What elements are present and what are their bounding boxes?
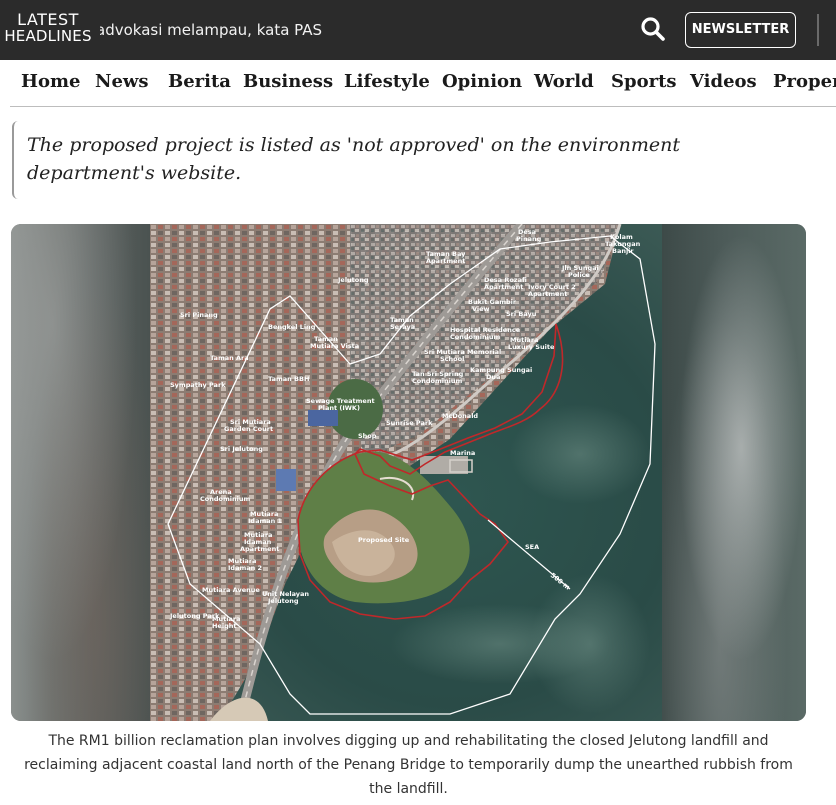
nav-item-sports[interactable]: Sports — [611, 71, 677, 92]
svg-text:Sunrise Park: Sunrise Park — [386, 419, 433, 427]
svg-text:Condominium: Condominium — [412, 377, 462, 385]
blurred-backdrop-right — [662, 224, 806, 721]
svg-text:Garden Court: Garden Court — [224, 425, 273, 433]
nav-item-lifestyle[interactable]: Lifestyle — [344, 71, 430, 92]
brand-line-1: LATEST — [17, 10, 79, 29]
svg-text:Condominium: Condominium — [200, 495, 250, 503]
svg-text:School: School — [440, 355, 464, 363]
newsletter-button[interactable]: NEWSLETTER — [685, 12, 796, 48]
svg-text:Luxury Suite: Luxury Suite — [508, 343, 555, 351]
svg-text:Apartment: Apartment — [240, 545, 279, 553]
nav-item-business[interactable]: Business — [243, 71, 333, 92]
svg-text:McDonald: McDonald — [442, 412, 478, 420]
svg-text:Sri Jelutong: Sri Jelutong — [220, 445, 263, 453]
svg-text:Idaman 2: Idaman 2 — [228, 564, 262, 572]
svg-text:Plant (IWK): Plant (IWK) — [318, 404, 360, 412]
figure-caption: The RM1 billion reclamation plan involve… — [24, 733, 793, 797]
top-bar: LATEST HEADLINES advokasi melampau, kata… — [0, 0, 836, 60]
nav-item-property[interactable]: Property — [773, 71, 836, 92]
svg-text:Jelutong: Jelutong — [267, 597, 299, 605]
svg-text:Sympathy Park: Sympathy Park — [170, 381, 226, 389]
satellite-map-image: DesaPinang KolamTakunganBanjir Jelutong … — [150, 224, 662, 721]
nav-item-news[interactable]: News — [95, 71, 149, 92]
svg-text:Bengkel Ling: Bengkel Ling — [268, 323, 316, 331]
main-nav: Home News Berita Business Lifestyle Opin… — [0, 60, 836, 106]
svg-text:Proposed Site: Proposed Site — [358, 536, 410, 544]
latest-headlines-label[interactable]: LATEST HEADLINES — [0, 10, 96, 45]
pull-quote-text: The proposed project is listed as 'not a… — [27, 134, 680, 184]
svg-text:Height: Height — [212, 622, 236, 630]
svg-text:Taman BBH: Taman BBH — [268, 375, 309, 383]
nav-divider — [10, 106, 836, 107]
svg-text:Shop: Shop — [358, 432, 377, 440]
svg-text:Mutiara Avenue: Mutiara Avenue — [202, 586, 260, 594]
svg-text:Mutiara Vista: Mutiara Vista — [310, 342, 359, 350]
ticker-text[interactable]: advokasi melampau, kata PAS — [100, 21, 322, 39]
article-figure[interactable]: Desa Pinang Kolam Takungan Banjir Jelutong … — [11, 224, 806, 721]
svg-text:Idaman 1: Idaman 1 — [248, 517, 283, 525]
topbar-divider — [817, 14, 819, 46]
svg-text:Condominium: Condominium — [450, 333, 500, 341]
svg-text:Apartment: Apartment — [528, 290, 567, 298]
nav-item-world[interactable]: World — [534, 71, 594, 92]
svg-text:SEA: SEA — [525, 543, 539, 551]
svg-text:Dua: Dua — [486, 373, 500, 381]
svg-text:Kampung Sungai: Kampung Sungai — [470, 366, 532, 374]
svg-text:Pinang: Pinang — [516, 235, 542, 243]
svg-text:Apartment: Apartment — [426, 257, 465, 265]
blurred-backdrop-left — [11, 224, 151, 721]
svg-text:Seraya: Seraya — [390, 323, 415, 331]
nav-item-opinion[interactable]: Opinion — [442, 71, 522, 92]
nav-item-berita[interactable]: Berita — [168, 71, 231, 92]
nav-item-videos[interactable]: Videos — [690, 71, 757, 92]
svg-text:Taman Ara: Taman Ara — [210, 354, 249, 362]
svg-text:Banjir: Banjir — [612, 247, 634, 255]
search-icon[interactable] — [640, 16, 666, 42]
svg-text:Sri Bayu: Sri Bayu — [506, 310, 537, 318]
svg-text:Jelutong: Jelutong — [337, 276, 369, 284]
pull-quote: The proposed project is listed as 'not a… — [12, 121, 824, 199]
svg-text:Apartment: Apartment — [484, 283, 523, 291]
svg-text:Police: Police — [568, 271, 591, 279]
nav-item-home[interactable]: Home — [21, 71, 81, 92]
svg-text:Sri Pinang: Sri Pinang — [180, 311, 218, 319]
brand-line-2: HEADLINES — [4, 27, 92, 45]
svg-text:Marina: Marina — [450, 449, 475, 457]
headline-ticker[interactable]: advokasi melampau, kata PAS — [100, 21, 430, 41]
svg-text:View: View — [472, 305, 490, 313]
